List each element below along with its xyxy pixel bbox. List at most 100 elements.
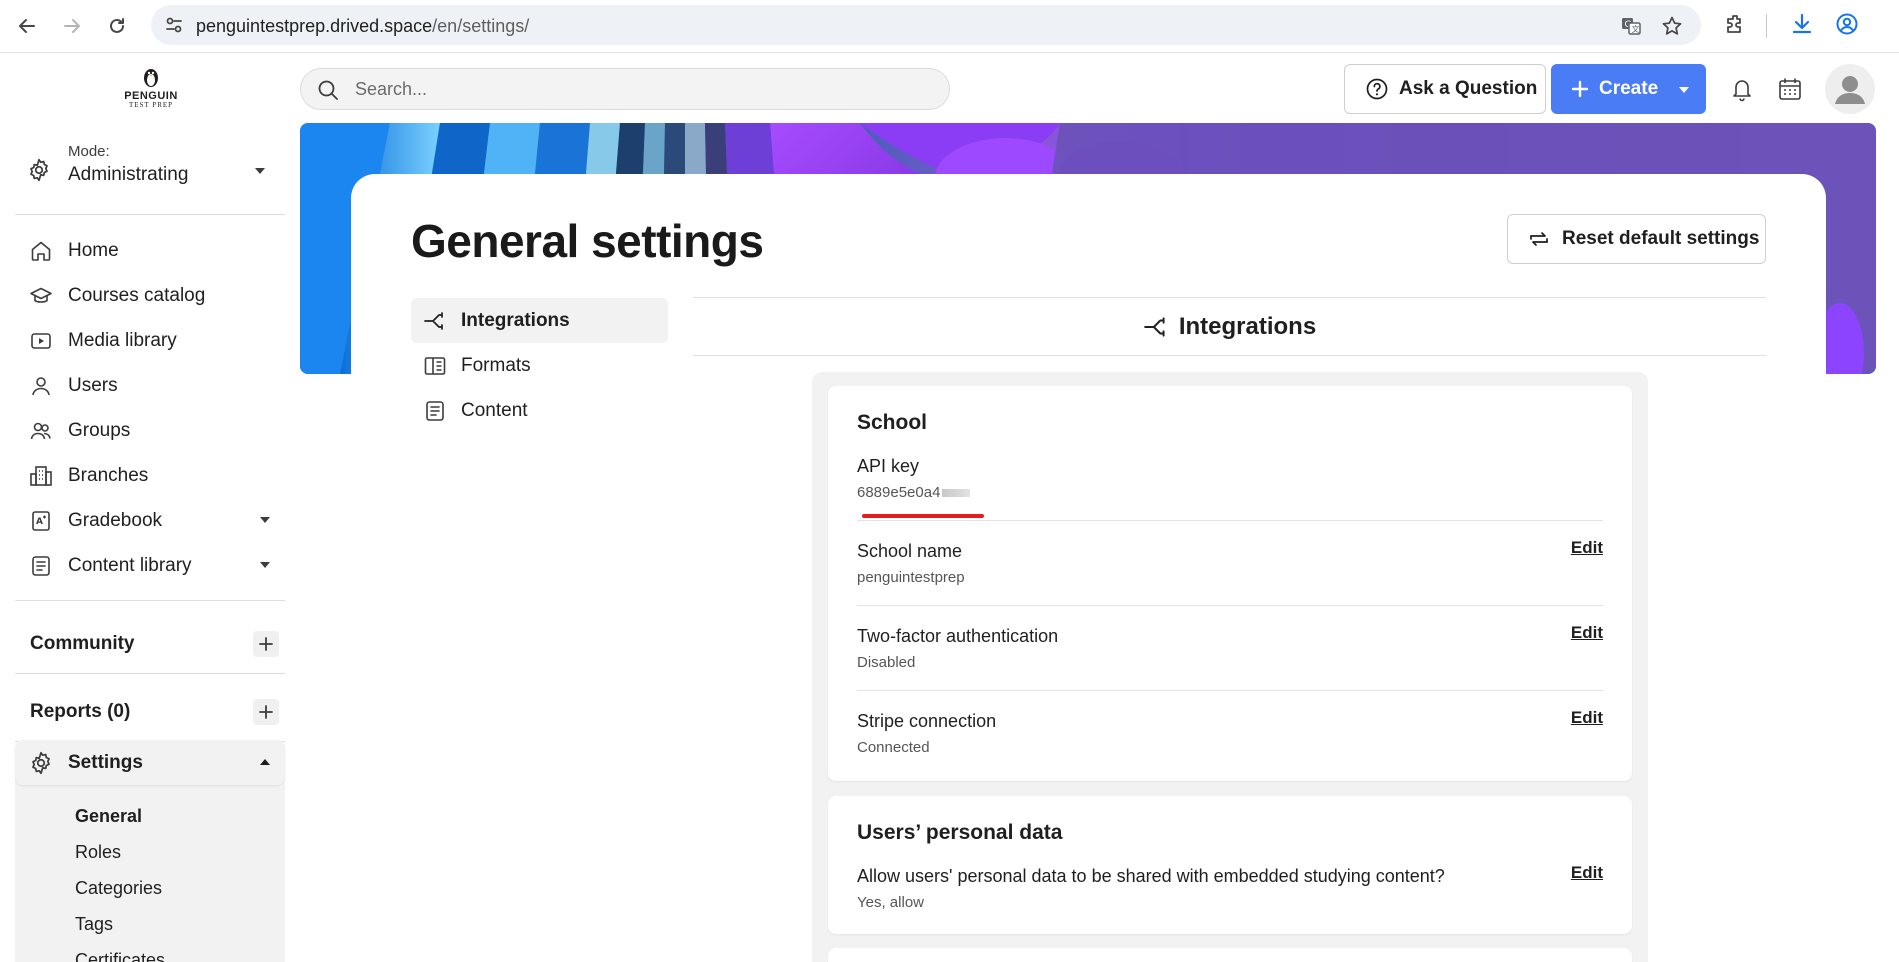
sidebar-item-users[interactable]: Users	[15, 363, 285, 408]
sidebar-nav: Home Courses catalog Media library Users…	[15, 228, 285, 588]
settings-group: Settings General Roles Categories Tags C…	[15, 740, 285, 962]
search-icon	[318, 80, 338, 100]
settings-sub-tags[interactable]: Tags	[75, 914, 113, 935]
tab-label: Formats	[461, 354, 531, 376]
question-icon	[1366, 78, 1388, 100]
sidebar-section-reports[interactable]: Reports (0)	[15, 689, 285, 735]
tab-content[interactable]: Content	[411, 388, 668, 433]
settings-sub-certificates[interactable]: Certificates	[75, 950, 165, 962]
row-label: School name	[857, 541, 963, 561]
edit-stripe-link[interactable]: Edit	[1571, 708, 1603, 728]
forward-button[interactable]	[57, 11, 87, 41]
reload-button[interactable]	[102, 11, 132, 41]
sidebar-item-home[interactable]: Home	[15, 228, 285, 273]
building-icon	[30, 465, 52, 486]
search-input[interactable]	[355, 77, 915, 101]
sidebar-section-community[interactable]: Community	[15, 621, 285, 667]
settings-sub-roles[interactable]: Roles	[75, 842, 121, 863]
tab-formats[interactable]: Formats	[411, 343, 668, 388]
sidebar-item-label: Media library	[68, 329, 177, 351]
swap-arrows-icon	[1530, 232, 1548, 246]
school-box: School API key 6889e5e0a4 School name pe…	[828, 386, 1632, 781]
row-value: penguintestprep	[857, 569, 965, 586]
url-host: penguintestprep.drived.space	[196, 16, 433, 36]
notification-bell-icon[interactable]	[1730, 76, 1754, 102]
create-button[interactable]: Create	[1551, 64, 1706, 114]
address-bar[interactable]: penguintestprep.drived.space/en/settings…	[151, 5, 1701, 45]
school-name-row: School name penguintestprep Edit	[857, 538, 1603, 586]
site-settings-icon[interactable]	[164, 15, 184, 35]
caret-down-icon[interactable]	[259, 516, 271, 524]
sidebar-item-label: Courses catalog	[68, 284, 206, 306]
sidebar-item-media-library[interactable]: Media library	[15, 318, 285, 363]
stripe-row: Stripe connection Connected Edit	[857, 708, 1603, 756]
sidebar-item-label: Content library	[68, 554, 192, 576]
edit-school-name-link[interactable]: Edit	[1571, 538, 1603, 558]
api-key-label: API key	[857, 456, 920, 476]
content-icon	[426, 400, 444, 421]
logo[interactable]: PENGUIN TEST PREP	[118, 65, 184, 109]
redacted-mask	[942, 489, 971, 498]
edit-two-factor-link[interactable]: Edit	[1571, 623, 1603, 643]
sidebar-item-label: Users	[68, 374, 118, 396]
logo-text-sub: TEST PREP	[128, 101, 174, 109]
sidebar-item-gradebook[interactable]: A Gradebook	[15, 498, 285, 543]
sidebar-divider	[15, 673, 285, 674]
section-label: Reports (0)	[30, 701, 131, 722]
row-divider	[857, 690, 1603, 691]
tab-integrations[interactable]: Integrations	[411, 298, 668, 343]
row-divider	[857, 520, 1603, 521]
sidebar-item-branches[interactable]: Branches	[15, 453, 285, 498]
sidebar-item-settings[interactable]: Settings	[15, 740, 285, 785]
arrow-left-icon	[19, 19, 35, 33]
toolbar-divider	[1766, 14, 1767, 38]
avatar[interactable]	[1825, 64, 1875, 114]
mode-label: Mode:	[68, 143, 110, 160]
tab-label: Content	[461, 399, 528, 421]
calendar-icon[interactable]	[1777, 76, 1803, 102]
settings-label: Settings	[68, 751, 143, 773]
ask-question-label: Ask a Question	[1399, 78, 1538, 99]
caret-down-icon[interactable]	[259, 561, 271, 569]
mode-selector[interactable]: Mode: Administrating	[26, 143, 276, 203]
reset-default-settings-button[interactable]: Reset default settings	[1507, 214, 1766, 264]
api-key-value: 6889e5e0a4	[857, 484, 941, 501]
url-path: /en/settings/	[432, 16, 530, 36]
integrations-panel: School API key 6889e5e0a4 School name pe…	[812, 372, 1648, 962]
settings-sub-categories[interactable]: Categories	[75, 878, 162, 899]
url-text: penguintestprep.drived.space/en/settings…	[196, 16, 529, 37]
caret-down-icon	[255, 168, 265, 174]
gear-icon	[32, 751, 50, 774]
school-title: School	[857, 411, 928, 434]
sidebar-item-groups[interactable]: Groups	[15, 408, 285, 453]
search-bar[interactable]	[300, 68, 950, 110]
api-key-row: API key 6889e5e0a4	[857, 456, 1603, 501]
row-value: Disabled	[857, 654, 916, 671]
mode-value: Administrating	[68, 164, 189, 185]
sidebar-item-content-library[interactable]: Content library	[15, 543, 285, 588]
caret-up-icon	[260, 759, 270, 765]
settings-sub-general[interactable]: General	[75, 806, 142, 827]
row-value: Yes, allow	[857, 894, 924, 911]
settings-card: General settings Reset default settings …	[351, 174, 1826, 962]
create-label: Create	[1599, 78, 1659, 99]
download-icon[interactable]	[1790, 12, 1814, 36]
edit-personal-data-link[interactable]: Edit	[1571, 863, 1603, 883]
graduation-cap-icon	[30, 287, 52, 303]
ask-question-button[interactable]: Ask a Question	[1344, 64, 1546, 114]
gear-icon	[30, 158, 48, 182]
plus-icon	[259, 637, 273, 651]
back-button[interactable]	[12, 11, 42, 41]
plus-icon	[1571, 80, 1589, 98]
bookmark-star-icon[interactable]	[1661, 15, 1683, 37]
penguin-logo-icon	[144, 69, 158, 87]
extensions-icon[interactable]	[1724, 12, 1748, 36]
api-key-value-wrap: 6889e5e0a4	[857, 484, 1603, 501]
sidebar-item-label: Gradebook	[68, 509, 163, 531]
translate-icon[interactable]: G文	[1620, 15, 1642, 37]
add-report-button[interactable]	[253, 699, 279, 725]
svg-text:文: 文	[1632, 24, 1640, 34]
sidebar-item-courses-catalog[interactable]: Courses catalog	[15, 273, 285, 318]
profile-icon[interactable]	[1835, 12, 1859, 36]
add-community-button[interactable]	[253, 631, 279, 657]
